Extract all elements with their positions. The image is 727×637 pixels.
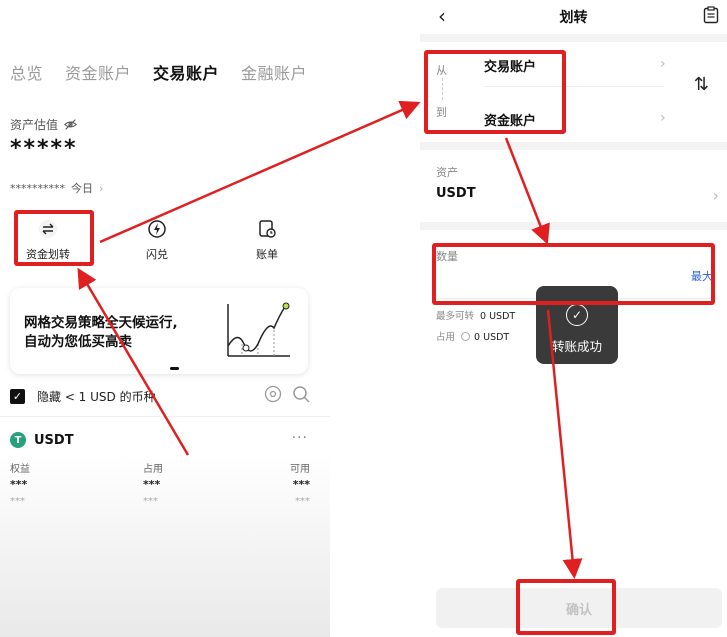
check-circle-icon: ✓ [566, 304, 588, 326]
hide-small-balances-row: ✓ 隐藏 < 1 USD 的币种 [10, 385, 310, 405]
hide-small-checkbox[interactable]: ✓ [10, 389, 25, 404]
grid-trading-banner[interactable]: 网格交易策略全天候运行, 自动为您低买高卖 [10, 288, 308, 374]
swap-direction-icon[interactable]: ⇅ [694, 74, 709, 95]
banner-text: 网格交易策略全天候运行, 自动为您低买高卖 [24, 314, 178, 352]
info-icon[interactable] [461, 332, 471, 341]
flash-convert-icon [146, 218, 168, 240]
max-button[interactable]: 最大 [691, 268, 713, 284]
tab-finance-account[interactable]: 金融账户 [241, 60, 307, 84]
tab-trading-account[interactable]: 交易账户 [153, 60, 219, 84]
grid-chart-illustration [227, 302, 290, 357]
small-assets-convert-icon[interactable] [264, 385, 282, 403]
asset-header: 资产 [436, 166, 458, 179]
page-title: 划转 [559, 10, 588, 26]
daily-pnl[interactable]: ********** 今日 › [10, 180, 103, 196]
asset-selector[interactable]: USDT [436, 186, 476, 201]
col-available: 可用 [290, 464, 310, 475]
fund-transfer-button[interactable]: 资金划转 [26, 218, 70, 262]
flash-convert-label: 闪兑 [146, 248, 168, 261]
eye-hidden-icon[interactable] [64, 118, 78, 131]
subvalue-occupied: *** [143, 496, 158, 507]
confirm-button[interactable]: 确认 [436, 588, 722, 628]
value-occupied: *** [143, 478, 161, 491]
quantity-header: 数量 [436, 250, 458, 263]
subvalue-available: *** [295, 496, 310, 507]
chevron-right-icon: › [99, 181, 104, 195]
asset-valuation-label: 资产估值 [10, 116, 78, 133]
clipboard-history-icon[interactable] [703, 6, 719, 24]
occupied-value: 0 USDT [474, 332, 510, 343]
section-separator [420, 142, 727, 150]
usdt-logo-icon: T [10, 432, 26, 448]
max-transferable-label: 最多可转 [436, 311, 475, 322]
success-toast: ✓ 转账成功 [536, 286, 618, 364]
bill-button[interactable]: 账单 [256, 218, 278, 262]
asset-valuation-text: 资产估值 [10, 118, 59, 132]
list-tools [264, 385, 310, 403]
value-available: *** [292, 478, 310, 491]
subvalue-equity: *** [10, 496, 25, 507]
to-label: 到 [436, 106, 447, 119]
section-separator [420, 34, 727, 42]
occupied-label: 占用 [436, 332, 456, 343]
from-account-selector[interactable]: 交易账户 [484, 56, 536, 75]
bottom-fade [0, 455, 330, 637]
pnl-masked: ********** [10, 181, 65, 195]
section-separator [420, 222, 727, 230]
transfer-icon [37, 218, 59, 240]
max-transferable: 最多可转 0 USDT [436, 308, 515, 322]
carousel-indicator [170, 367, 179, 370]
chevron-right-icon: › [660, 56, 666, 72]
toast-text: 转账成功 [551, 339, 602, 354]
search-icon[interactable] [292, 385, 310, 403]
divider [484, 86, 664, 87]
top-bar: ‹ 划转 [420, 0, 727, 34]
pnl-period: 今日 [71, 182, 93, 195]
banner-line-2: 自动为您低买高卖 [24, 334, 132, 350]
screenshot-stage: 总览 资金账户 交易账户 金融账户 资产估值 ***** ********** … [0, 0, 727, 637]
transfer-screen: ‹ 划转 从 到 交易账户 › 资金账户 › ⇅ 资产 USDT › 数量 最大… [420, 0, 727, 637]
tab-funding-account[interactable]: 资金账户 [65, 60, 131, 84]
banner-line-1: 网格交易策略全天候运行, [24, 315, 178, 331]
max-transferable-value: 0 USDT [480, 311, 516, 322]
tab-overview[interactable]: 总览 [10, 60, 43, 84]
divider [0, 416, 330, 417]
from-label: 从 [436, 64, 447, 77]
hide-small-label: 隐藏 < 1 USD 的币种 [37, 390, 156, 404]
masked-balance: ***** [10, 136, 78, 161]
value-equity: *** [10, 478, 28, 491]
col-occupied: 占用 [143, 464, 163, 475]
coin-row-usdt[interactable]: T USDT [10, 432, 74, 448]
bill-label: 账单 [256, 248, 278, 261]
more-options-icon[interactable]: ··· [292, 430, 308, 446]
coin-symbol: USDT [34, 432, 74, 448]
chevron-right-icon: › [660, 110, 666, 126]
quantity-input[interactable] [436, 264, 704, 286]
from-to-connector [442, 78, 443, 100]
chevron-right-icon: › [712, 186, 719, 205]
trading-account-screen: 总览 资金账户 交易账户 金融账户 资产估值 ***** ********** … [0, 0, 330, 637]
col-equity: 权益 [10, 464, 30, 475]
bill-icon [256, 218, 278, 240]
account-tabs: 总览 资金账户 交易账户 金融账户 [10, 60, 307, 84]
fund-transfer-label: 资金划转 [26, 248, 70, 261]
to-account-selector[interactable]: 资金账户 [484, 110, 536, 129]
flash-convert-button[interactable]: 闪兑 [146, 218, 168, 262]
occupied-info: 占用 0 USDT [436, 329, 509, 343]
